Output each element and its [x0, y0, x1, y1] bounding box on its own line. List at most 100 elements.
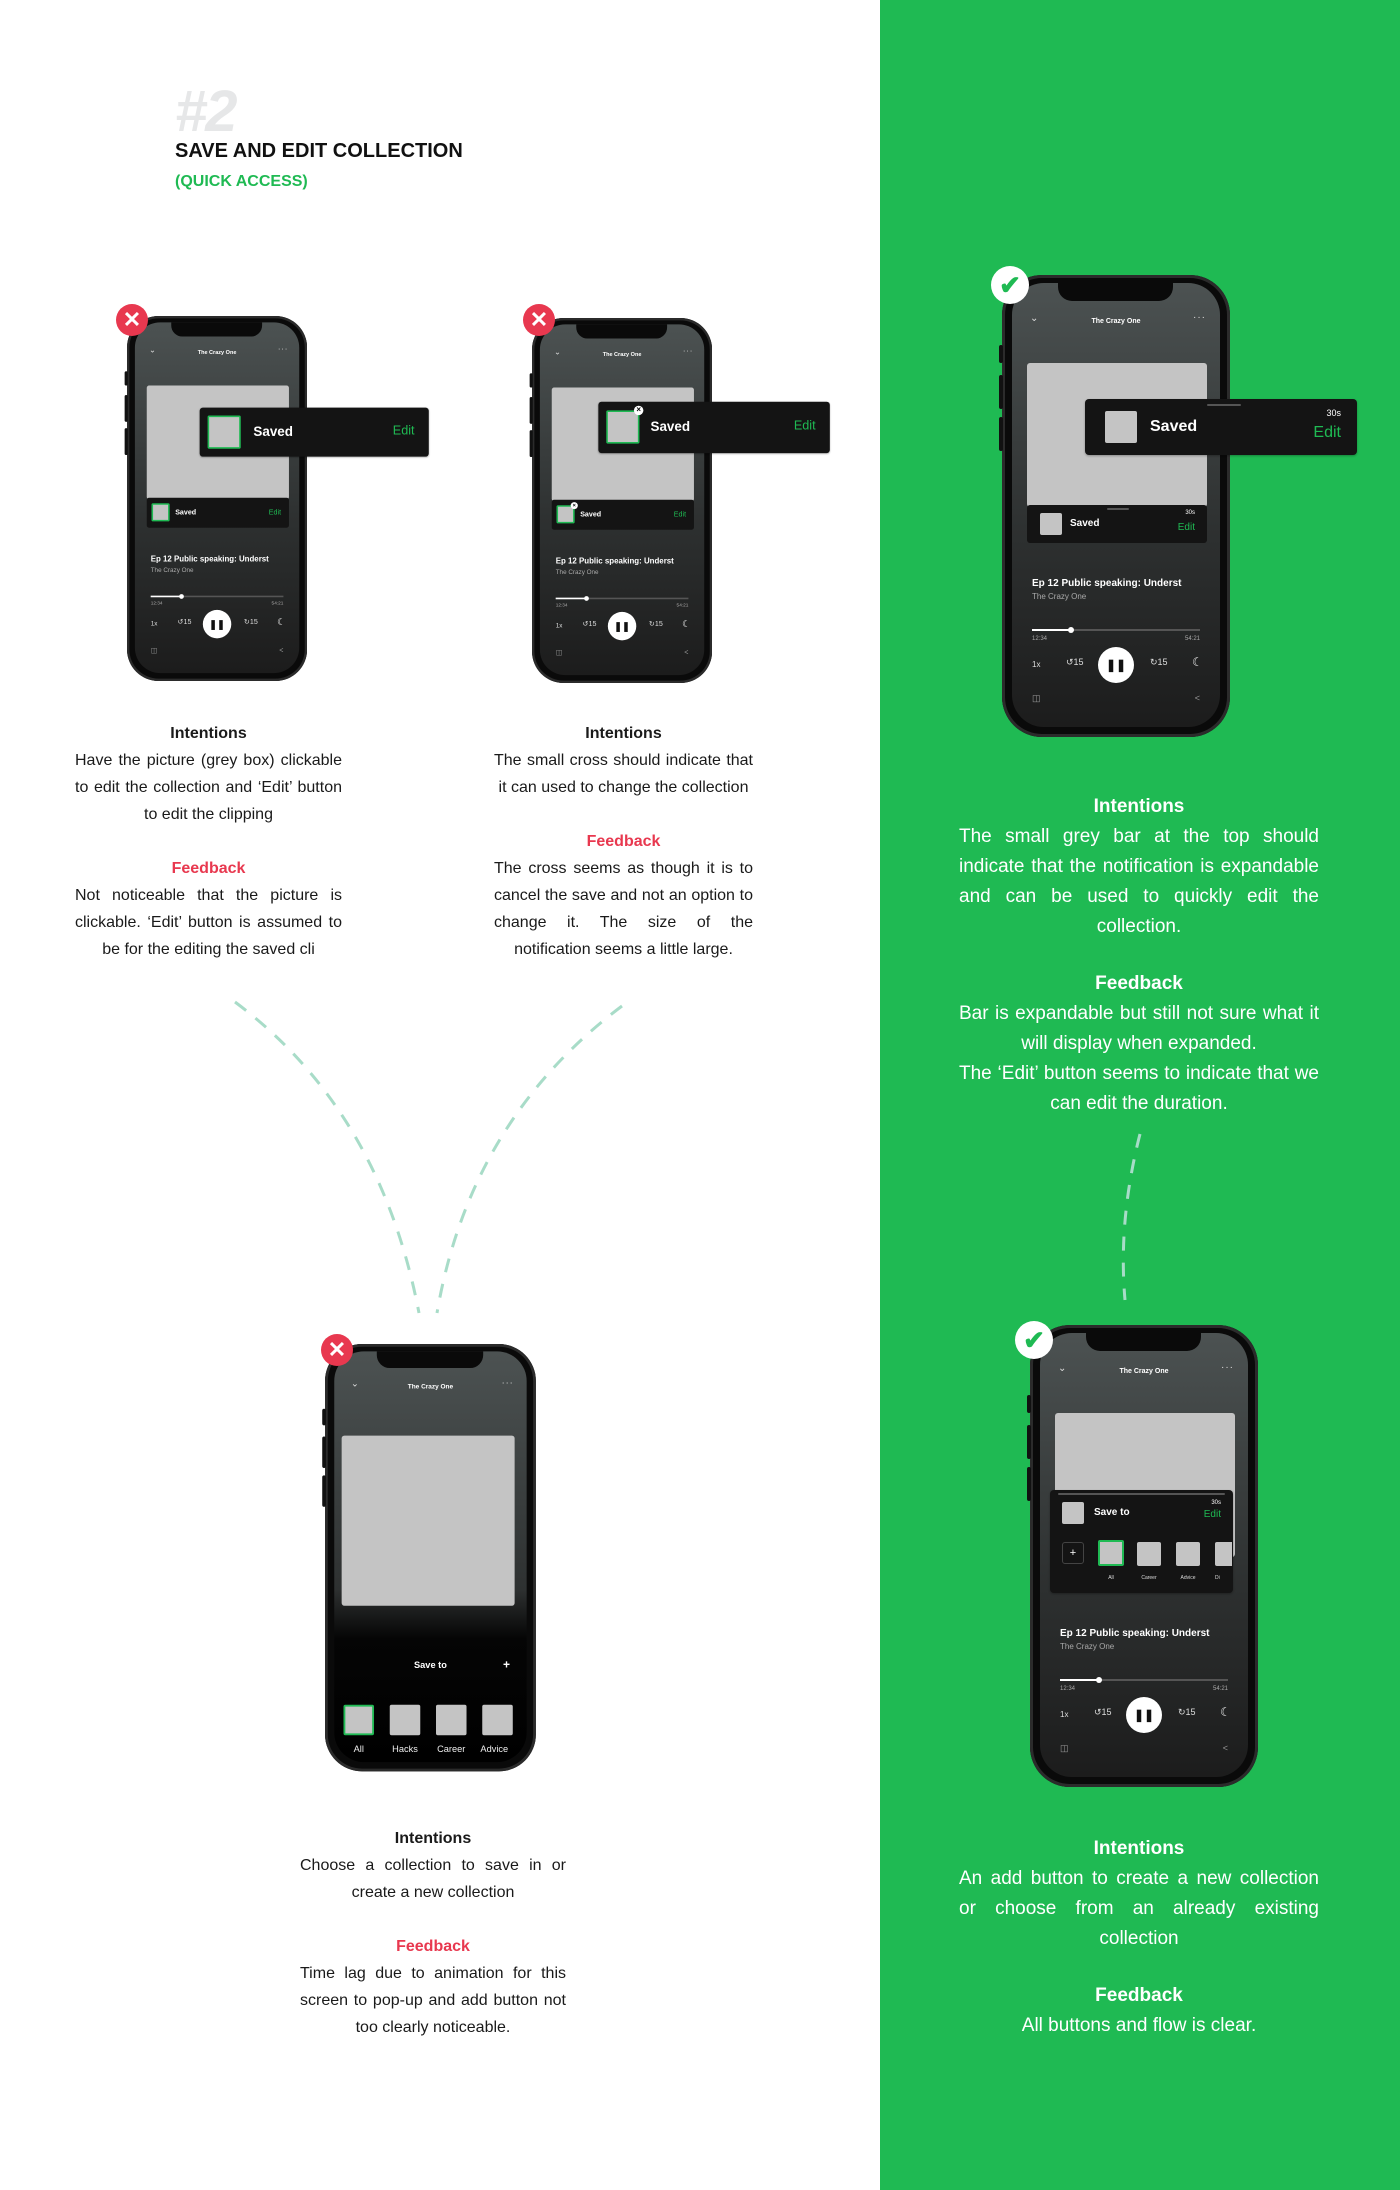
expand-handle[interactable] — [1058, 1493, 1225, 1495]
collection-thumbnail[interactable] — [606, 410, 640, 444]
share-icon[interactable]: < — [1223, 1743, 1228, 1753]
skip-forward-label: 15 — [1157, 657, 1168, 667]
progress-knob[interactable] — [1067, 627, 1074, 633]
replay-15-icon[interactable]: ↺15 — [178, 618, 192, 627]
episode-title: Ep 12 Public speaking: Underst — [150, 555, 269, 565]
mini-notification[interactable]: Saved 30s Edit — [1027, 505, 1207, 543]
forward-15-icon[interactable]: ↻15 — [649, 620, 663, 629]
expand-handle[interactable] — [1107, 508, 1129, 510]
total-time: 54:21 — [676, 603, 689, 608]
phone-side-button — [1027, 1467, 1031, 1501]
saved-notification-popout[interactable]: Saved Edit — [199, 407, 429, 457]
mini-notification[interactable]: Saved Edit — [146, 497, 289, 528]
mini-notification[interactable]: × Saved Edit — [551, 499, 694, 530]
notification-label: Saved — [1150, 418, 1198, 435]
change-collection-x-icon[interactable]: × — [633, 405, 644, 416]
episode-title: Ep 12 Public speaking: Underst — [555, 557, 674, 567]
share-icon[interactable]: < — [1195, 693, 1200, 703]
feedback-heading: Feedback — [1095, 973, 1183, 994]
edit-button[interactable]: Edit — [1204, 1509, 1221, 1520]
sleep-timer-moon-icon[interactable]: ☾ — [1192, 655, 1203, 669]
edit-button[interactable]: Edit — [269, 508, 281, 516]
saved-notification-popout[interactable]: × Saved Edit — [598, 401, 830, 454]
devices-icon[interactable]: ◫ — [151, 646, 158, 655]
skip-back-label: 15 — [1073, 657, 1084, 667]
feedback-heading: Feedback — [171, 860, 246, 877]
sleep-timer-moon-icon[interactable]: ☾ — [1220, 1705, 1231, 1719]
save-to-panel[interactable]: Save to 30s Edit + All Career Advice Di — [1050, 1490, 1233, 1593]
replay-15-icon[interactable]: ↺15 — [1066, 657, 1084, 668]
speed-button[interactable]: 1x — [556, 622, 563, 629]
progress-slider[interactable] — [555, 596, 689, 601]
share-icon[interactable]: < — [684, 648, 688, 656]
forward-15-icon[interactable]: ↻15 — [1150, 657, 1168, 668]
phone-side-button — [124, 371, 128, 386]
sleep-timer-moon-icon[interactable]: ☾ — [277, 616, 286, 627]
share-icon[interactable]: < — [279, 646, 283, 654]
add-collection-button[interactable]: + — [1062, 1542, 1084, 1564]
pause-button[interactable]: ❚❚ — [1126, 1697, 1162, 1733]
feedback-text: Bar is expandable but still not sure wha… — [959, 1003, 1319, 1054]
expand-handle[interactable] — [1207, 404, 1241, 406]
phone-side-button — [322, 1475, 326, 1507]
collection-thumbnail[interactable] — [1040, 513, 1062, 535]
change-collection-x-icon[interactable]: × — [570, 502, 578, 510]
screen-1-notes: Intentions Have the picture (grey box) c… — [75, 720, 342, 963]
speed-button[interactable]: 1x — [1060, 1710, 1068, 1719]
edit-button[interactable]: Edit — [393, 424, 415, 438]
collection-thumbnail[interactable] — [1062, 1502, 1084, 1524]
notification-label: Saved — [650, 419, 691, 435]
more-icon[interactable]: ··· — [1193, 312, 1206, 323]
speed-button[interactable]: 1x — [1032, 660, 1040, 669]
devices-icon[interactable]: ◫ — [556, 648, 563, 657]
replay-15-icon[interactable]: ↺15 — [1094, 1707, 1112, 1718]
saved-notification-popout[interactable]: Saved 30s Edit — [1085, 399, 1357, 455]
intentions-text: The small cross should indicate that it … — [494, 752, 753, 796]
pause-button[interactable]: ❚❚ — [607, 611, 637, 641]
edit-button[interactable]: Edit — [794, 419, 816, 433]
notification-label: Saved — [175, 507, 197, 516]
progress-knob[interactable] — [178, 594, 184, 599]
devices-icon[interactable]: ◫ — [1060, 1743, 1069, 1754]
collection-thumbnail[interactable] — [207, 415, 241, 449]
collection-tile[interactable] — [482, 1704, 513, 1736]
collection-tile[interactable] — [1215, 1542, 1232, 1566]
devices-icon[interactable]: ◫ — [1032, 693, 1041, 704]
progress-fill — [1060, 1677, 1102, 1683]
progress-knob[interactable] — [1095, 1677, 1102, 1683]
connector-line — [1121, 1133, 1142, 1301]
cover-art[interactable] — [341, 1435, 515, 1606]
collection-carousel[interactable]: All Career Advice Di — [1098, 1540, 1232, 1588]
collection-thumbnail[interactable] — [1105, 411, 1137, 443]
collection-tile[interactable] — [1137, 1542, 1161, 1566]
add-collection-button[interactable]: + — [503, 1658, 510, 1672]
progress-slider[interactable] — [1032, 627, 1200, 633]
progress-slider[interactable] — [150, 594, 284, 599]
sleep-timer-moon-icon[interactable]: ☾ — [682, 618, 691, 629]
forward-15-icon[interactable]: ↻15 — [1178, 1707, 1196, 1718]
collection-tile[interactable] — [343, 1704, 375, 1736]
edit-button[interactable]: Edit — [1313, 424, 1341, 442]
more-icon[interactable]: ··· — [1221, 1362, 1234, 1373]
phone-side-button — [124, 428, 128, 456]
speed-button[interactable]: 1x — [151, 620, 158, 627]
elapsed-time: 12:34 — [555, 603, 568, 608]
collection-thumbnail[interactable] — [151, 503, 170, 522]
more-icon[interactable]: ··· — [502, 1378, 514, 1388]
pause-button[interactable]: ❚❚ — [202, 609, 232, 639]
collection-tile[interactable] — [1176, 1542, 1200, 1566]
forward-15-icon[interactable]: ↻15 — [244, 618, 258, 627]
collection-carousel[interactable]: All Hacks Career Advice — [343, 1704, 525, 1761]
edit-button[interactable]: Edit — [674, 510, 686, 518]
progress-knob[interactable] — [583, 596, 589, 601]
more-icon[interactable]: ··· — [278, 345, 288, 354]
collection-tile[interactable] — [389, 1704, 421, 1736]
more-icon[interactable]: ··· — [683, 347, 693, 356]
collection-tile[interactable] — [436, 1704, 467, 1736]
progress-slider[interactable] — [1060, 1677, 1228, 1683]
phone-side-button — [999, 375, 1003, 409]
edit-button[interactable]: Edit — [1178, 522, 1195, 533]
collection-tile[interactable] — [1098, 1540, 1124, 1566]
pause-button[interactable]: ❚❚ — [1098, 647, 1134, 683]
replay-15-icon[interactable]: ↺15 — [583, 620, 597, 629]
